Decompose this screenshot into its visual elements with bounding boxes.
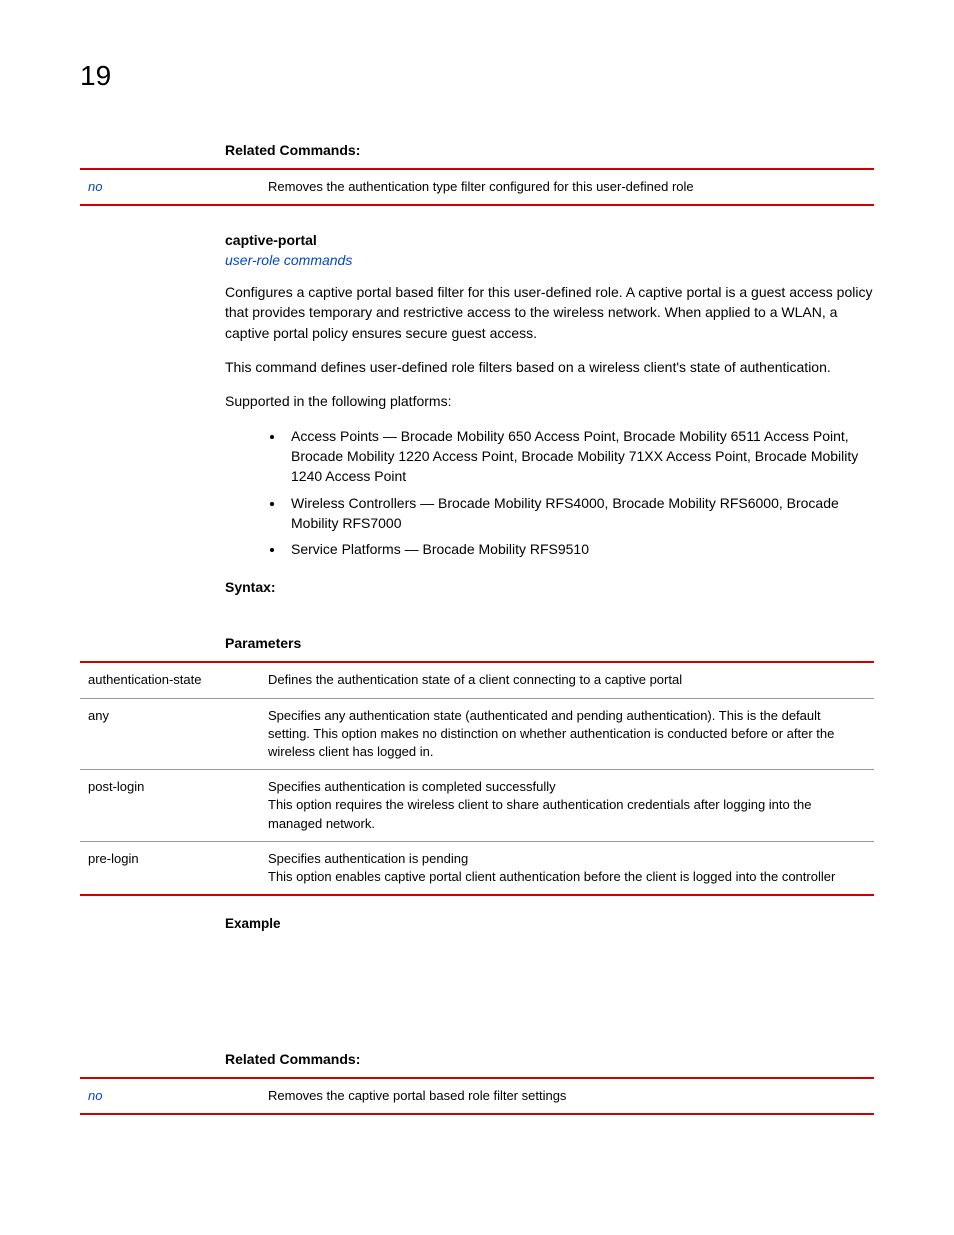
related-commands-heading-2: Related Commands: <box>225 1051 874 1067</box>
parameters-table: authentication-state Defines the authent… <box>80 661 874 896</box>
table-row: any Specifies any authentication state (… <box>80 698 874 770</box>
table-row: pre-login Specifies authentication is pe… <box>80 841 874 895</box>
syntax-heading: Syntax: <box>225 579 874 595</box>
param-name: any <box>80 698 260 770</box>
param-desc: Specifies authentication is completed su… <box>260 770 874 842</box>
table-row: authentication-state Defines the authent… <box>80 662 874 698</box>
table-row: post-login Specifies authentication is c… <box>80 770 874 842</box>
page-number: 19 <box>80 60 874 92</box>
list-item: Access Points — Brocade Mobility 650 Acc… <box>285 426 874 487</box>
param-desc: Specifies authentication is pendingThis … <box>260 841 874 895</box>
para-3: Supported in the following platforms: <box>225 391 874 411</box>
related-commands-heading-1: Related Commands: <box>225 142 874 158</box>
parameters-heading: Parameters <box>225 635 874 651</box>
param-name: pre-login <box>80 841 260 895</box>
table-row: no Removes the authentication type filte… <box>80 169 874 205</box>
param-name: authentication-state <box>80 662 260 698</box>
platform-list: Access Points — Brocade Mobility 650 Acc… <box>285 426 874 560</box>
no-link-2[interactable]: no <box>88 1088 102 1103</box>
related-commands-table-1: no Removes the authentication type filte… <box>80 168 874 206</box>
cmd-desc: Removes the captive portal based role fi… <box>260 1078 874 1114</box>
param-desc: Defines the authentication state of a cl… <box>260 662 874 698</box>
para-2: This command defines user-defined role f… <box>225 357 874 377</box>
example-heading: Example <box>225 916 874 931</box>
param-name: post-login <box>80 770 260 842</box>
para-1: Configures a captive portal based filter… <box>225 282 874 343</box>
list-item: Wireless Controllers — Brocade Mobility … <box>285 493 874 534</box>
no-link-1[interactable]: no <box>88 179 102 194</box>
captive-portal-heading: captive-portal <box>225 232 874 248</box>
list-item: Service Platforms — Brocade Mobility RFS… <box>285 539 874 559</box>
cmd-desc: Removes the authentication type filter c… <box>260 169 874 205</box>
table-row: no Removes the captive portal based role… <box>80 1078 874 1114</box>
param-desc: Specifies any authentication state (auth… <box>260 698 874 770</box>
user-role-commands-link[interactable]: user-role commands <box>225 252 874 268</box>
related-commands-table-2: no Removes the captive portal based role… <box>80 1077 874 1115</box>
